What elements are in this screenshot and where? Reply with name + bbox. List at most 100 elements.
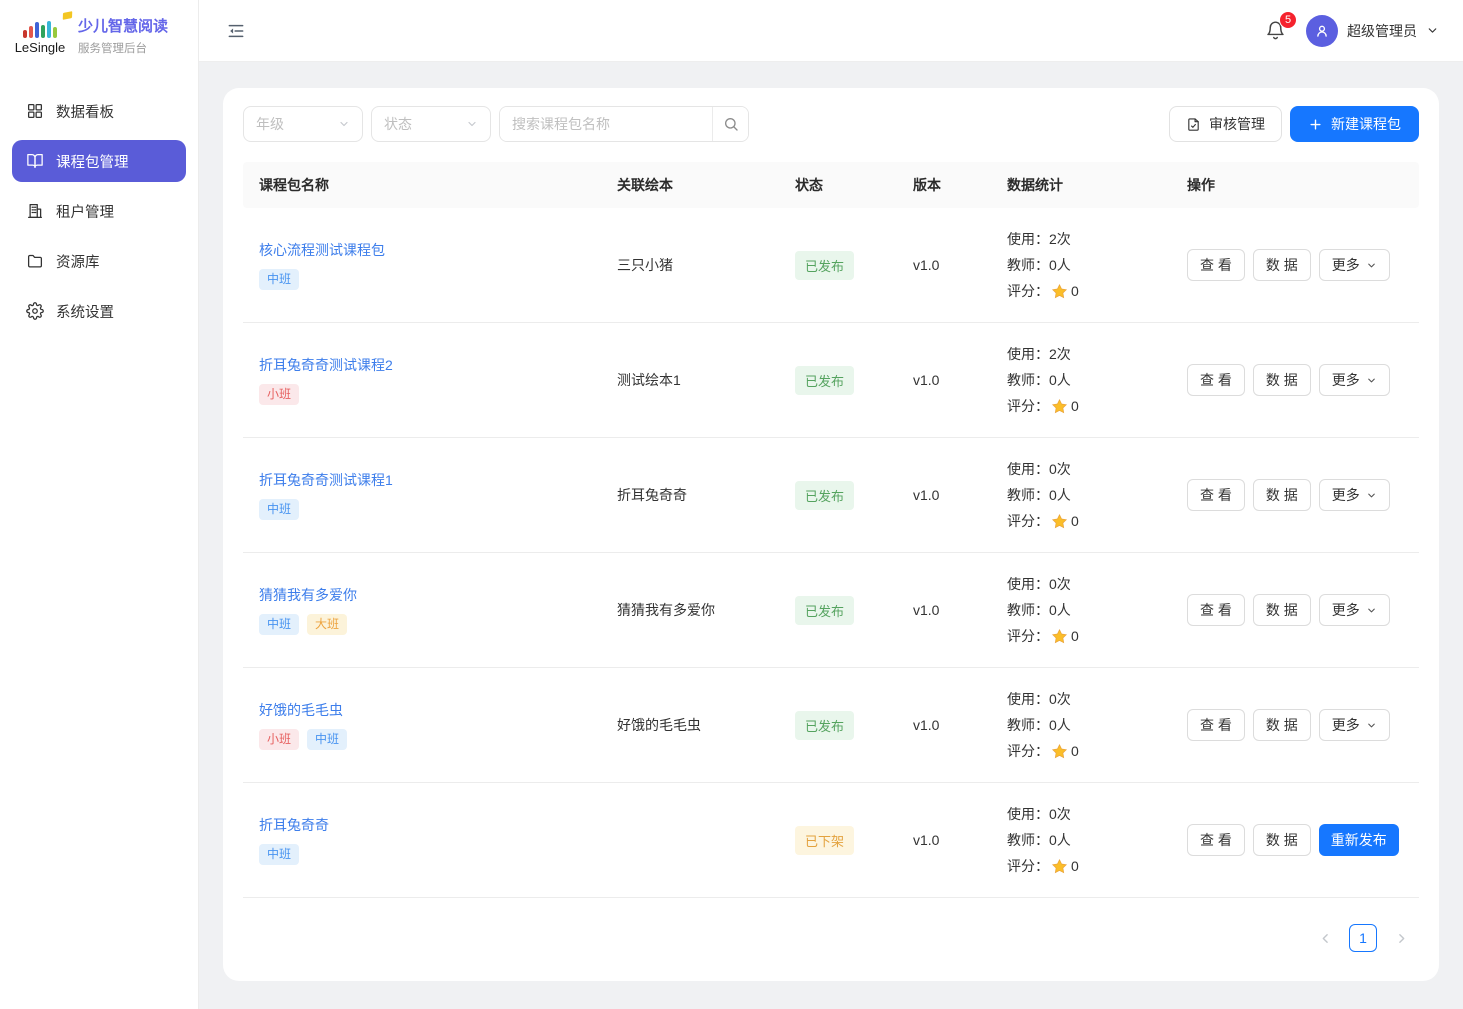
status-badge: 已下架	[795, 826, 854, 855]
grade-tag: 小班	[259, 729, 299, 751]
view-button[interactable]: 查 看	[1187, 709, 1245, 741]
sidebar-item-dashboard[interactable]: 数据看板	[12, 90, 186, 132]
sidebar-collapse-button[interactable]	[223, 18, 249, 44]
cell-status: 已发布	[779, 481, 897, 510]
chevron-down-icon	[1366, 260, 1377, 271]
pagination-prev-button[interactable]	[1311, 924, 1339, 952]
sidebar: LeSingle 少儿智慧阅读 服务管理后台 数据看板 课程包管理 租户管理	[0, 0, 199, 1009]
cell-version: v1.0	[897, 602, 991, 618]
view-button[interactable]: 查 看	[1187, 364, 1245, 396]
stat-usage: 使用：2次	[1007, 229, 1155, 249]
stat-rating: 评分：0	[1007, 856, 1155, 876]
chevron-left-icon	[1319, 932, 1332, 945]
more-dropdown-button[interactable]: 更多	[1319, 249, 1390, 281]
stat-usage: 使用：0次	[1007, 574, 1155, 594]
stat-teachers: 教师：0人	[1007, 485, 1155, 505]
data-button[interactable]: 数 据	[1253, 709, 1311, 741]
chevron-down-icon	[1366, 605, 1377, 616]
star-icon	[1051, 858, 1068, 875]
course-package-link[interactable]: 折耳兔奇奇测试课程2	[259, 355, 585, 375]
stat-teachers: 教师：0人	[1007, 600, 1155, 620]
column-header-stats: 数据统计	[991, 175, 1171, 195]
pagination-page-1[interactable]: 1	[1349, 924, 1377, 952]
course-package-table: 课程包名称 关联绘本 状态 版本 数据统计 操作 核心流程测试课程包 中班	[243, 162, 1419, 898]
cell-status: 已发布	[779, 366, 897, 395]
building-icon	[26, 202, 44, 220]
file-check-icon	[1186, 117, 1201, 132]
app-subtitle: 服务管理后台	[78, 40, 168, 56]
view-button[interactable]: 查 看	[1187, 594, 1245, 626]
course-package-link[interactable]: 好饿的毛毛虫	[259, 700, 585, 720]
create-button-label: 新建课程包	[1331, 114, 1401, 134]
cell-actions: 查 看 数 据 更多	[1171, 364, 1419, 396]
plus-icon	[1308, 117, 1323, 132]
cell-status: 已发布	[779, 711, 897, 740]
search-input[interactable]	[500, 107, 712, 141]
chevron-down-icon	[338, 118, 350, 130]
course-package-link[interactable]: 折耳兔奇奇测试课程1	[259, 470, 585, 490]
view-button[interactable]: 查 看	[1187, 824, 1245, 856]
chevron-down-icon	[1426, 24, 1439, 37]
column-header-name: 课程包名称	[243, 175, 601, 195]
cell-linked-book: 三只小猪	[601, 255, 779, 275]
chevron-down-icon	[1366, 490, 1377, 501]
cell-linked-book: 折耳兔奇奇	[601, 485, 779, 505]
stat-rating: 评分：0	[1007, 511, 1155, 531]
republish-button[interactable]: 重新发布	[1319, 824, 1399, 856]
more-dropdown-button[interactable]: 更多	[1319, 709, 1390, 741]
data-button[interactable]: 数 据	[1253, 594, 1311, 626]
course-package-link[interactable]: 折耳兔奇奇	[259, 815, 585, 835]
cell-name: 猜猜我有多爱你 中班 大班	[243, 585, 601, 636]
cell-version: v1.0	[897, 487, 991, 503]
course-package-link[interactable]: 核心流程测试课程包	[259, 240, 585, 260]
stat-teachers: 教师：0人	[1007, 255, 1155, 275]
review-management-button[interactable]: 审核管理	[1169, 106, 1282, 142]
topbar-right: 5 超级管理员	[1265, 15, 1439, 47]
search-button[interactable]	[712, 107, 748, 141]
cell-version: v1.0	[897, 257, 991, 273]
view-button[interactable]: 查 看	[1187, 249, 1245, 281]
data-button[interactable]: 数 据	[1253, 479, 1311, 511]
sidebar-item-settings[interactable]: 系统设置	[12, 290, 186, 332]
star-icon	[1051, 513, 1068, 530]
status-badge: 已发布	[795, 251, 854, 280]
data-button[interactable]: 数 据	[1253, 364, 1311, 396]
user-menu[interactable]: 超级管理员	[1306, 15, 1439, 47]
stat-rating: 评分：0	[1007, 281, 1155, 301]
status-filter-select[interactable]: 状态	[371, 106, 491, 142]
view-button[interactable]: 查 看	[1187, 479, 1245, 511]
cell-status: 已发布	[779, 251, 897, 280]
course-package-link[interactable]: 猜猜我有多爱你	[259, 585, 585, 605]
cell-name: 折耳兔奇奇 中班	[243, 815, 601, 866]
pagination-next-button[interactable]	[1387, 924, 1415, 952]
sidebar-item-tenants[interactable]: 租户管理	[12, 190, 186, 232]
stat-usage: 使用：0次	[1007, 689, 1155, 709]
stat-teachers: 教师：0人	[1007, 715, 1155, 735]
chevron-down-icon	[466, 118, 478, 130]
chevron-down-icon	[1366, 720, 1377, 731]
data-button[interactable]: 数 据	[1253, 824, 1311, 856]
grade-tags: 中班	[259, 844, 585, 866]
brand-name: LeSingle	[12, 40, 68, 55]
star-icon	[1051, 398, 1068, 415]
cell-actions: 查 看 数 据 更多	[1171, 479, 1419, 511]
grade-filter-select[interactable]: 年级	[243, 106, 363, 142]
more-dropdown-button[interactable]: 更多	[1319, 364, 1390, 396]
create-course-package-button[interactable]: 新建课程包	[1290, 106, 1419, 142]
more-dropdown-button[interactable]: 更多	[1319, 479, 1390, 511]
sidebar-menu: 数据看板 课程包管理 租户管理 资源库 系统设置	[0, 70, 198, 332]
course-package-card: 年级 状态	[223, 88, 1439, 981]
avatar	[1306, 15, 1338, 47]
sidebar-item-resources[interactable]: 资源库	[12, 240, 186, 282]
logo-flag-icon	[63, 11, 73, 20]
grade-tag: 中班	[307, 729, 347, 751]
grade-tag: 大班	[307, 614, 347, 636]
sidebar-item-course-packages[interactable]: 课程包管理	[12, 140, 186, 182]
cell-actions: 查 看 数 据 更多	[1171, 249, 1419, 281]
logo-bars	[12, 16, 68, 38]
menu-fold-icon	[226, 21, 246, 41]
more-dropdown-button[interactable]: 更多	[1319, 594, 1390, 626]
notifications-button[interactable]: 5	[1265, 20, 1286, 41]
data-button[interactable]: 数 据	[1253, 249, 1311, 281]
status-badge: 已发布	[795, 481, 854, 510]
